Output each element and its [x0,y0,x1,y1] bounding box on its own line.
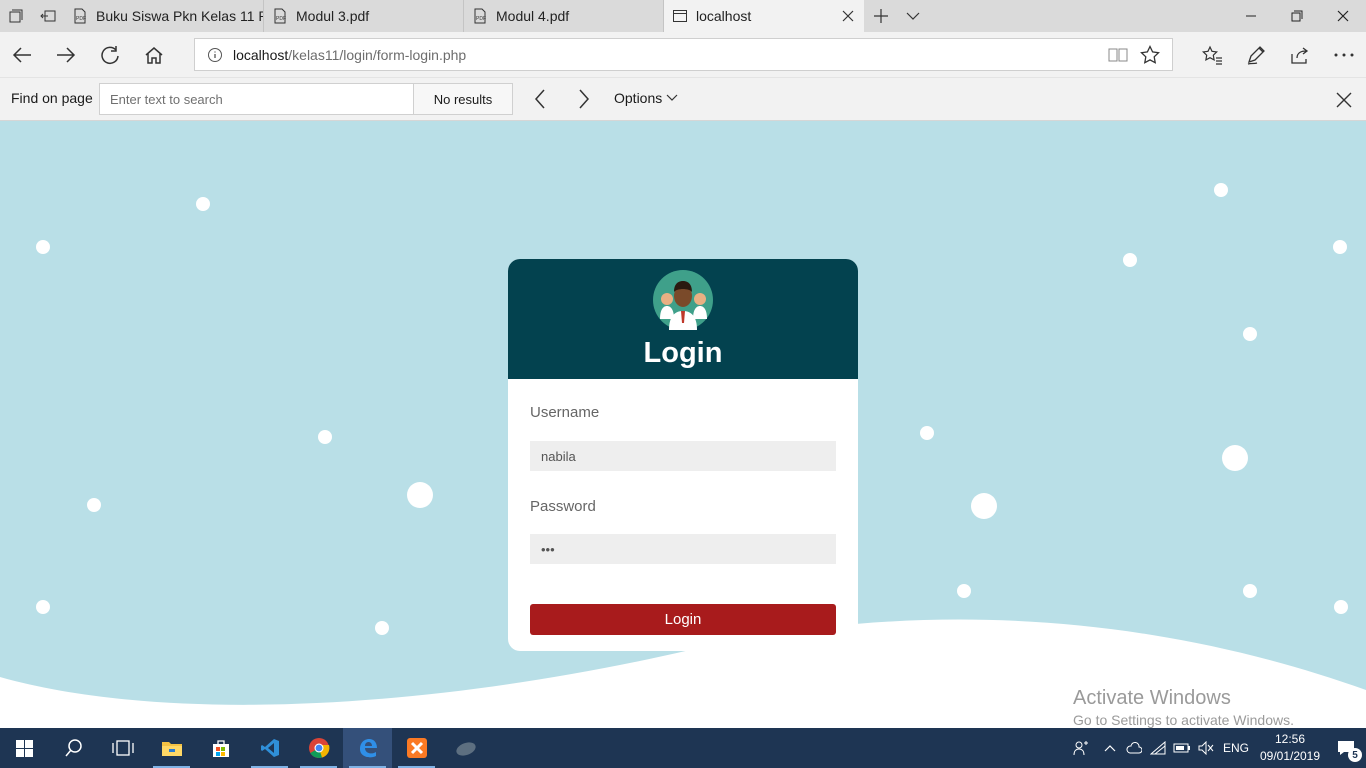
xampp-icon[interactable] [392,728,441,768]
svg-text:PDF: PDF [476,16,486,22]
notification-count-badge: 5 [1348,748,1362,762]
url-host: localhost [233,46,289,63]
notes-pen-icon[interactable] [1234,32,1278,77]
username-label: Username [530,404,600,421]
home-icon[interactable] [132,33,176,77]
windows-start-icon[interactable] [0,728,49,768]
find-close-icon[interactable] [1332,88,1356,112]
task-view-icon[interactable] [98,728,147,768]
watermark-subtitle: Go to Settings to activate Windows. [1073,712,1294,728]
chevron-up-icon[interactable] [1098,728,1122,768]
login-title: Login [643,337,723,369]
tab-label: Modul 3.pdf [296,8,370,24]
activate-windows-watermark: Activate Windows Go to Settings to activ… [1073,687,1294,728]
more-menu-icon[interactable] [1322,32,1366,77]
cloud-icon[interactable] [1122,728,1146,768]
find-search-input[interactable] [99,83,414,115]
tab-label: Modul 4.pdf [496,8,570,24]
close-tab-icon[interactable] [840,8,856,24]
pdf-icon: PDF [274,8,286,24]
tab-localhost[interactable]: localhost [664,0,864,32]
file-explorer-icon[interactable] [147,728,196,768]
page-icon [673,10,687,22]
search-icon[interactable] [49,728,98,768]
find-options-dropdown[interactable]: Options [614,90,678,106]
find-on-page-bar: Find on page No results Options [0,77,1366,121]
page-content: Login Username Password Login Activate W… [0,122,1366,728]
clock-time: 12:56 [1274,732,1306,746]
tab-label: localhost [696,8,752,24]
password-label: Password [530,498,596,515]
login-card: Login Username Password Login [508,259,858,651]
vscode-icon[interactable] [245,728,294,768]
tab-preview-chevron-icon[interactable] [898,0,928,32]
reading-view-icon[interactable] [1102,43,1134,67]
battery-icon[interactable] [1170,728,1194,768]
find-results-count: No results [413,83,513,115]
navigation-bar: localhost/kelas11/login/form-login.php [0,32,1366,77]
username-input[interactable] [530,441,836,471]
system-tray: ENG 12:56 09/01/2019 5 [1064,728,1366,768]
password-input[interactable] [530,534,836,564]
share-icon[interactable] [1278,32,1322,77]
close-window-icon[interactable] [1320,0,1366,32]
pdf-icon: PDF [74,8,86,24]
language-indicator[interactable]: ENG [1218,741,1254,755]
watermark-title: Activate Windows [1073,687,1231,709]
new-tab-icon[interactable] [864,0,898,32]
chrome-icon[interactable] [294,728,343,768]
refresh-icon[interactable] [88,33,132,77]
login-card-header: Login [508,259,858,379]
people-icon[interactable] [1064,728,1098,768]
pdf-icon: PDF [474,8,486,24]
tab-buku-siswa[interactable]: PDF Buku Siswa Pkn Kelas 11 Re [64,0,264,32]
restore-icon[interactable] [1274,0,1320,32]
users-avatar-icon [653,270,713,330]
tab-label: Buku Siswa Pkn Kelas 11 Re [96,8,264,24]
clock-date: 09/01/2019 [1259,749,1321,763]
clock[interactable]: 12:56 09/01/2019 [1254,731,1326,765]
volume-muted-icon[interactable] [1194,728,1218,768]
svg-text:PDF: PDF [76,16,86,22]
tab-actions-icon[interactable] [0,0,32,32]
url-path: /kelas11/login/form-login.php [288,46,467,63]
forward-icon[interactable] [44,33,88,77]
tab-modul-4[interactable]: PDF Modul 4.pdf [464,0,664,32]
windows-taskbar: ENG 12:56 09/01/2019 5 [0,728,1366,768]
address-bar[interactable]: localhost/kelas11/login/form-login.php [194,38,1173,71]
find-next-icon[interactable] [571,86,597,112]
find-options-label: Options [614,90,663,106]
action-center-icon[interactable]: 5 [1326,728,1366,768]
favorites-hub-icon[interactable] [1190,32,1234,77]
info-icon[interactable] [207,47,223,63]
find-previous-icon[interactable] [527,86,553,112]
wifi-icon[interactable] [1146,728,1170,768]
microsoft-store-icon[interactable] [196,728,245,768]
tab-bar: PDF Buku Siswa Pkn Kelas 11 Re PDF Modul… [0,0,1366,32]
svg-text:PDF: PDF [276,16,286,22]
tab-modul-3[interactable]: PDF Modul 3.pdf [264,0,464,32]
login-button[interactable]: Login [530,604,836,635]
favorite-star-icon[interactable] [1134,43,1166,67]
set-tabs-aside-icon[interactable] [32,0,64,32]
back-icon[interactable] [0,33,44,77]
edge-icon[interactable] [343,728,392,768]
find-label: Find on page [11,90,93,106]
minimize-icon[interactable] [1228,0,1274,32]
chevron-down-icon [666,94,678,101]
app-icon[interactable] [441,728,490,768]
url-text[interactable]: localhost/kelas11/login/form-login.php [233,47,466,63]
